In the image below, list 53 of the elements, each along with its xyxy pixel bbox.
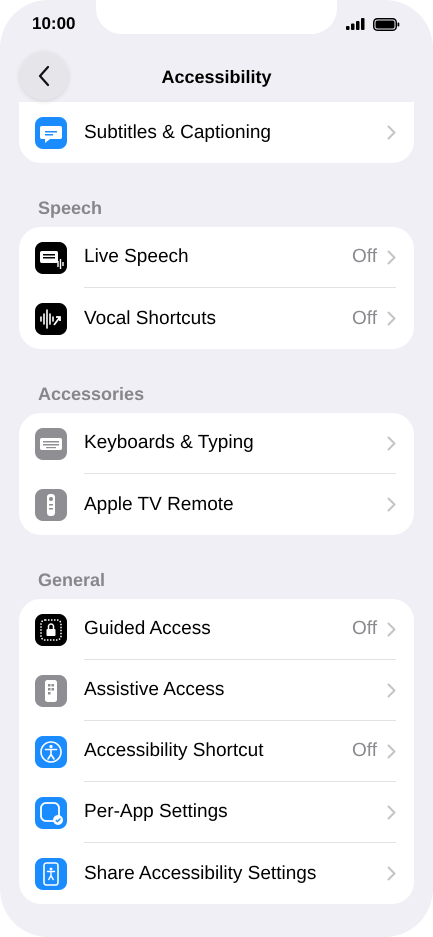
accessibility-icon xyxy=(35,736,67,768)
chevron-icon xyxy=(387,622,396,636)
settings-row[interactable]: Assistive Access xyxy=(19,660,414,721)
chevron-icon xyxy=(387,804,396,820)
nav-title: Accessibility xyxy=(161,66,272,88)
row-value: Off xyxy=(352,308,377,330)
waveform-icon xyxy=(35,302,67,334)
status-time: 10:00 xyxy=(32,14,76,34)
settings-row[interactable]: Apple TV Remote xyxy=(19,474,414,535)
section-header: Accessories xyxy=(38,383,146,405)
settings-row[interactable]: Guided Access Off xyxy=(19,599,414,660)
row-value: Off xyxy=(352,246,377,268)
chevron-icon xyxy=(387,682,396,698)
row-value: Off xyxy=(352,618,377,640)
lock-icon xyxy=(35,614,67,646)
keyboard-icon xyxy=(35,428,67,460)
battery-icon xyxy=(373,18,400,30)
settings-row[interactable]: Per-App Settings xyxy=(19,782,414,843)
phone-person-icon xyxy=(35,858,67,890)
row-label: Keyboards & Typing xyxy=(84,432,255,454)
row-label: Per-App Settings xyxy=(84,801,229,823)
settings-row[interactable]: Share Accessibility Settings xyxy=(19,843,414,904)
app-check-icon xyxy=(35,796,67,828)
back-button[interactable] xyxy=(20,52,68,100)
chevron-icon xyxy=(387,250,396,264)
settings-row[interactable]: Accessibility Shortcut Off xyxy=(19,721,414,782)
row-label: Apple TV Remote xyxy=(84,494,235,516)
speech-bubble-icon xyxy=(35,116,67,148)
chevron-icon xyxy=(387,744,396,758)
row-value: Off xyxy=(352,740,377,762)
remote-icon xyxy=(35,488,67,520)
chevron-icon xyxy=(387,311,396,326)
row-label: Accessibility Shortcut xyxy=(84,740,265,762)
section-header: General xyxy=(38,569,106,591)
section-header: Speech xyxy=(38,197,104,219)
row-label: Share Accessibility Settings xyxy=(84,862,318,884)
row-label: Subtitles & Captioning xyxy=(84,122,272,144)
settings-row[interactable]: Vocal Shortcuts Off xyxy=(19,288,414,349)
settings-row[interactable]: Live Speech Off xyxy=(19,227,414,288)
settings-row[interactable]: Subtitles & Captioning xyxy=(19,102,414,163)
settings-row[interactable]: Keyboards & Typing xyxy=(19,413,414,474)
row-label: Assistive Access xyxy=(84,679,226,701)
chevron-icon xyxy=(387,497,396,512)
back-chevron-icon xyxy=(37,65,51,87)
chevron-icon xyxy=(387,436,396,450)
signal-icon xyxy=(346,18,366,30)
chevron-icon xyxy=(387,866,396,881)
row-label: Live Speech xyxy=(84,246,190,268)
keyboard-wave-icon xyxy=(35,242,67,274)
row-label: Guided Access xyxy=(84,618,212,640)
row-label: Vocal Shortcuts xyxy=(84,308,218,330)
phone-grid-icon xyxy=(35,674,67,706)
chevron-icon xyxy=(387,125,396,140)
